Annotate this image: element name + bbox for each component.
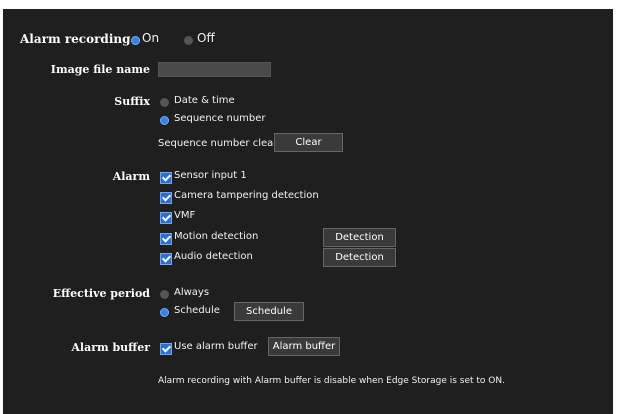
alarm-buffer-label: Alarm buffer [71,341,150,354]
always-label[interactable]: Always [174,287,209,298]
alarm-recording-on-label[interactable]: On [142,31,159,45]
sensor-input-1-checkbox[interactable] [160,172,172,184]
audio-detection-button[interactable]: Detection [323,248,396,267]
schedule-button[interactable]: Schedule [234,302,304,321]
alarm-recording-on-radio[interactable] [131,36,140,45]
camera-tampering-checkbox[interactable] [160,192,172,204]
alarm-recording-label: Alarm recording [20,32,131,46]
image-file-name-label: Image file name [50,63,150,76]
image-file-name-input[interactable] [158,62,271,77]
audio-detection-checkbox[interactable] [160,253,172,265]
suffix-date-time-radio[interactable] [160,98,169,107]
settings-panel: Alarm recording On Off Image file name S… [3,9,613,414]
vmf-checkbox[interactable] [160,212,172,224]
vmf-label: VMF [174,210,196,221]
alarm-buffer-button[interactable]: Alarm buffer [268,337,340,356]
motion-detection-label: Motion detection [174,231,259,242]
effective-period-label: Effective period [52,287,150,300]
motion-detection-checkbox[interactable] [160,233,172,245]
schedule-label[interactable]: Schedule [174,305,220,316]
always-radio[interactable] [160,290,169,299]
motion-detection-button[interactable]: Detection [323,228,396,247]
use-alarm-buffer-checkbox[interactable] [160,343,172,355]
sensor-input-1-label: Sensor input 1 [174,170,247,181]
suffix-label: Suffix [114,95,150,108]
camera-tampering-label: Camera tampering detection [174,190,319,201]
sequence-number-clear-label: Sequence number clear [158,138,278,149]
suffix-sequence-number-label[interactable]: Sequence number [174,113,266,124]
alarm-buffer-note: Alarm recording with Alarm buffer is dis… [158,376,505,386]
schedule-radio[interactable] [160,308,169,317]
use-alarm-buffer-label: Use alarm buffer [174,341,258,352]
audio-detection-label: Audio detection [174,251,253,262]
alarm-recording-off-radio[interactable] [184,36,193,45]
clear-button[interactable]: Clear [274,133,343,152]
suffix-date-time-label[interactable]: Date & time [174,95,235,106]
alarm-label: Alarm [112,170,150,183]
suffix-sequence-number-radio[interactable] [160,116,169,125]
alarm-recording-off-label[interactable]: Off [197,31,215,45]
